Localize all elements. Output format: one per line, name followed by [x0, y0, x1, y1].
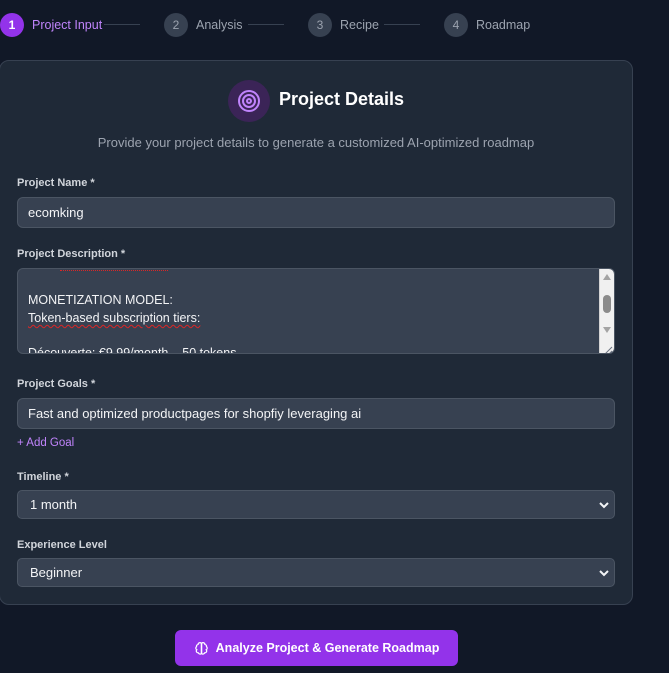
step-project-input[interactable]: 1 Project Input	[0, 12, 102, 37]
step-label: Roadmap	[476, 17, 531, 32]
step-label: Recipe	[340, 17, 379, 32]
analyze-button-label: Analyze Project & Generate Roadmap	[215, 641, 440, 655]
project-name-label: Project Name *	[17, 177, 95, 189]
card-subtitle: Provide your project details to generate…	[97, 135, 535, 150]
project-goal-input[interactable]: Fast and optimized productpages for shop…	[17, 398, 615, 429]
timeline-select[interactable]: 1 month	[17, 490, 615, 519]
step-connector	[104, 24, 140, 25]
clipped-text-line	[60, 269, 168, 271]
step-number: 3	[308, 12, 332, 37]
project-details-card: Project Details Provide your project det…	[0, 60, 633, 605]
description-line: Découverte: €9.99/month – 50 tokens	[28, 346, 237, 354]
project-description-label: Project Description *	[17, 248, 126, 260]
chevron-down-icon	[599, 502, 609, 509]
step-number: 4	[444, 12, 468, 37]
card-title: Project Details	[279, 89, 405, 109]
step-connector	[248, 24, 284, 25]
experience-level-label: Experience Level	[17, 539, 107, 551]
brain-icon	[194, 641, 209, 656]
chevron-down-icon	[599, 570, 609, 577]
step-roadmap[interactable]: 4 Roadmap	[444, 12, 530, 37]
project-goals-label: Project Goals *	[17, 378, 96, 390]
analyze-project-button[interactable]: Analyze Project & Generate Roadmap	[175, 630, 458, 666]
scroll-down-arrow-icon[interactable]	[603, 327, 611, 333]
resize-grip-icon[interactable]	[603, 342, 613, 353]
step-number: 2	[164, 12, 188, 37]
step-label: Project Input	[32, 17, 103, 32]
project-name-value: ecomking	[28, 205, 84, 220]
description-line: Token-based subscription tiers:	[28, 309, 200, 327]
step-recipe[interactable]: 3 Recipe	[308, 12, 379, 37]
experience-level-value: Beginner	[30, 565, 83, 580]
timeline-label: Timeline *	[17, 471, 69, 483]
scroll-thumb[interactable]	[603, 295, 611, 313]
card-header: Project Details	[0, 80, 632, 122]
timeline-value: 1 month	[30, 497, 77, 512]
step-label: Analysis	[196, 17, 243, 32]
progress-stepper: 1 Project Input 2 Analysis 3 Recipe 4 Ro…	[0, 12, 669, 37]
project-name-input[interactable]: ecomking	[17, 197, 615, 228]
step-number: 1	[0, 12, 24, 37]
target-icon	[228, 80, 270, 122]
step-connector	[384, 24, 420, 25]
project-goal-value: Fast and optimized productpages for shop…	[28, 406, 362, 421]
description-line: MONETIZATION MODEL:	[28, 293, 173, 307]
description-line-text: Token-based subscription tiers:	[28, 311, 201, 325]
experience-level-select[interactable]: Beginner	[17, 558, 615, 587]
step-analysis[interactable]: 2 Analysis	[164, 12, 243, 37]
textarea-scrollbar[interactable]	[599, 269, 614, 353]
project-description-textarea[interactable]: MONETIZATION MODEL: Token-based subscrip…	[17, 268, 615, 354]
add-goal-link[interactable]: + Add Goal	[17, 437, 74, 449]
scroll-up-arrow-icon[interactable]	[603, 274, 611, 280]
